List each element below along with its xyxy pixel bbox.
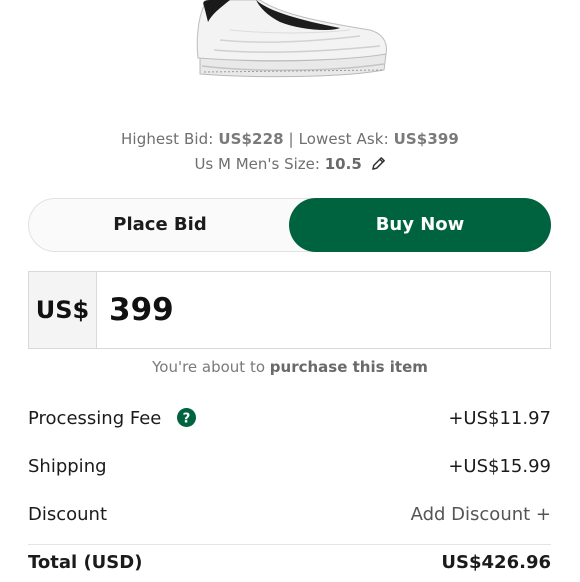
highest-bid-value: US$228 <box>218 130 284 148</box>
purchase-note-prefix: You're about to <box>152 358 266 376</box>
buy-now-button[interactable]: Buy Now <box>289 198 551 252</box>
discount-row: Discount Add Discount + <box>28 504 551 534</box>
discount-label: Discount <box>28 504 108 525</box>
total-divider <box>28 544 551 545</box>
lowest-ask-label: Lowest Ask: <box>298 130 389 148</box>
bid-ask-line: Highest Bid: US$228 | Lowest Ask: US$399 <box>0 130 580 148</box>
svg-text:?: ? <box>183 411 191 426</box>
price-input-box: US$ <box>28 271 551 349</box>
place-bid-button[interactable]: Place Bid <box>29 199 291 251</box>
shipping-value: +US$15.99 <box>448 456 551 477</box>
bid-buy-toggle: Place Bid Buy Now <box>28 198 551 252</box>
size-label: Us M Men's Size: <box>194 155 320 173</box>
size-line[interactable]: Us M Men's Size: 10.5 <box>0 155 580 173</box>
shipping-label: Shipping <box>28 456 107 477</box>
total-value: US$426.96 <box>441 552 551 573</box>
processing-fee-label-group: Processing Fee ? <box>28 408 197 429</box>
total-label: Total (USD) <box>28 552 143 573</box>
size-value: 10.5 <box>324 155 362 173</box>
shipping-row: Shipping +US$15.99 <box>28 456 551 486</box>
add-discount-button[interactable]: Add Discount + <box>411 504 551 525</box>
highest-bid-label: Highest Bid: <box>121 130 214 148</box>
purchase-note-emphasis: purchase this item <box>269 358 428 376</box>
lowest-ask-value: US$399 <box>393 130 459 148</box>
processing-fee-label: Processing Fee <box>28 408 162 429</box>
product-image <box>196 0 387 78</box>
price-input[interactable] <box>109 272 529 348</box>
processing-fee-row: Processing Fee ? +US$11.97 <box>28 408 551 438</box>
processing-fee-value: +US$11.97 <box>448 408 551 429</box>
purchase-note: You're about to purchase this item <box>0 358 580 376</box>
currency-label: US$ <box>29 272 97 348</box>
help-icon[interactable]: ? <box>177 408 197 427</box>
bid-ask-separator: | <box>288 130 294 148</box>
pencil-icon[interactable] <box>371 156 386 171</box>
total-row: Total (USD) US$426.96 <box>28 552 551 582</box>
